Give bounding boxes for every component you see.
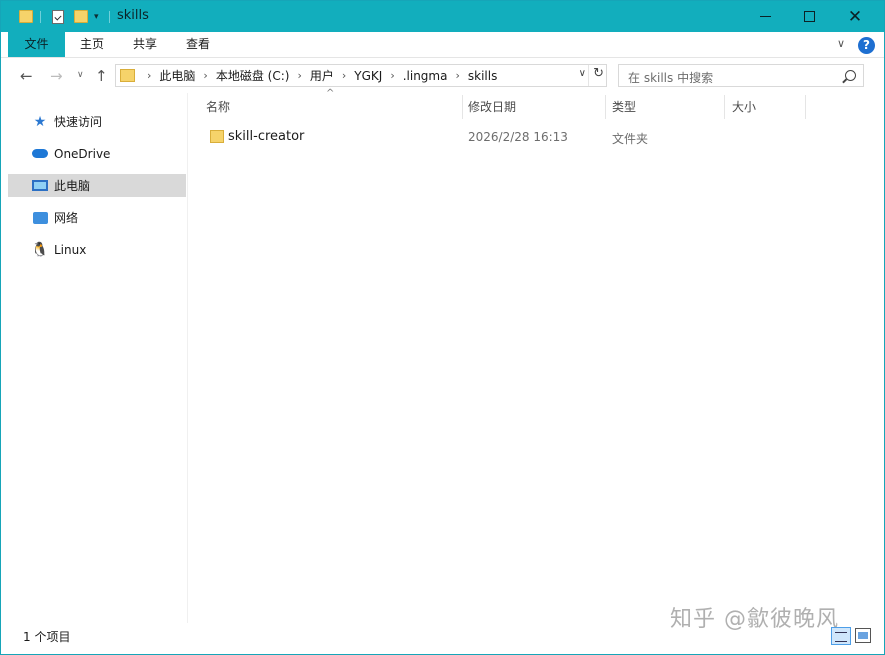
column-header-size[interactable]: 大小: [732, 93, 802, 121]
help-icon[interactable]: ?: [858, 37, 875, 54]
nav-item-label: 此电脑: [54, 179, 91, 193]
up-icon[interactable]: ↑: [95, 67, 108, 85]
expand-ribbon-icon[interactable]: ∨: [837, 37, 845, 50]
file-explorer-window: ▾ skills ✕ 文件 主页 共享 查看 ∨ ? ← → ∨ ↑ › 此电脑…: [0, 0, 885, 655]
navigation-pane: ★ 快速访问 OneDrive 此电脑 网络 🐧 Linux: [1, 93, 188, 623]
folder-icon: [120, 69, 135, 82]
breadcrumb-ygkj[interactable]: YGKJ: [354, 69, 382, 83]
linux-penguin-icon: 🐧: [31, 241, 49, 258]
column-divider[interactable]: [805, 95, 806, 119]
separator: [109, 8, 110, 25]
chevron-right-icon[interactable]: ›: [195, 69, 215, 82]
network-icon: [32, 210, 48, 226]
recent-locations-icon[interactable]: ∨: [77, 70, 84, 80]
nav-item-this-pc[interactable]: 此电脑: [8, 174, 186, 197]
forward-icon[interactable]: →: [50, 67, 63, 85]
close-icon[interactable]: ✕: [832, 1, 878, 32]
breadcrumb-lingma[interactable]: .lingma: [403, 69, 448, 83]
nav-item-quick-access[interactable]: ★ 快速访问: [8, 110, 186, 133]
tab-share[interactable]: 共享: [120, 32, 170, 57]
title-bar: ▾ skills ✕: [1, 1, 884, 32]
column-header-type[interactable]: 类型: [612, 93, 722, 121]
search-icon[interactable]: [845, 70, 856, 81]
maximize-icon[interactable]: [786, 1, 832, 32]
column-header-name[interactable]: 名称: [206, 93, 461, 121]
customize-dropdown-icon[interactable]: ▾: [94, 8, 99, 25]
column-divider[interactable]: [724, 95, 725, 119]
tab-home[interactable]: 主页: [67, 32, 117, 57]
breadcrumb-local-disk[interactable]: 本地磁盘 (C:): [216, 67, 290, 84]
column-divider[interactable]: [462, 95, 463, 119]
nav-item-linux[interactable]: 🐧 Linux: [8, 238, 186, 261]
watermark: 知乎 @歙彼晚风: [670, 607, 839, 632]
column-header-modified[interactable]: 修改日期: [468, 93, 604, 121]
status-item-count: 1 个项目: [23, 630, 71, 644]
divider: [588, 65, 589, 86]
this-pc-icon: [32, 178, 48, 194]
search-input[interactable]: 在 skills 中搜索: [618, 64, 864, 87]
file-name[interactable]: skill-creator: [228, 129, 304, 144]
nav-item-label: Linux: [54, 242, 87, 257]
search-placeholder: 在 skills 中搜索: [628, 71, 714, 85]
nav-item-onedrive[interactable]: OneDrive: [8, 142, 186, 165]
breadcrumb-this-pc[interactable]: 此电脑: [159, 67, 195, 84]
back-icon[interactable]: ←: [20, 67, 33, 85]
chevron-right-icon[interactable]: ›: [447, 69, 467, 82]
chevron-right-icon[interactable]: ›: [139, 69, 159, 82]
chevron-right-icon[interactable]: ›: [382, 69, 402, 82]
large-icons-view-icon[interactable]: [855, 628, 871, 643]
file-row[interactable]: skill-creator 2026/2/28 16:13 文件夹: [201, 126, 861, 148]
onedrive-cloud-icon: [32, 146, 48, 162]
minimize-icon[interactable]: [742, 1, 788, 32]
separator: [40, 8, 41, 25]
column-divider[interactable]: [605, 95, 606, 119]
nav-item-label: 快速访问: [54, 115, 103, 129]
nav-item-label: 网络: [54, 211, 79, 225]
breadcrumb-users[interactable]: 用户: [310, 67, 334, 84]
nav-item-network[interactable]: 网络: [8, 206, 186, 229]
nav-item-label: OneDrive: [54, 146, 111, 161]
file-modified: 2026/2/28 16:13: [468, 130, 568, 144]
window-title: skills: [117, 8, 149, 23]
folder-icon: [19, 8, 33, 25]
tab-view[interactable]: 查看: [173, 32, 223, 57]
breadcrumb-skills[interactable]: skills: [468, 69, 497, 83]
address-dropdown-icon[interactable]: ∨: [579, 68, 586, 79]
file-type: 文件夹: [612, 132, 649, 146]
address-toolbar: ← → ∨ ↑ › 此电脑 › 本地磁盘 (C:) › 用户 › YGKJ › …: [1, 59, 884, 93]
ribbon: 文件 主页 共享 查看 ∨ ?: [1, 32, 884, 58]
tab-file[interactable]: 文件: [8, 32, 65, 57]
chevron-right-icon[interactable]: ›: [334, 69, 354, 82]
new-folder-icon[interactable]: [74, 8, 88, 25]
details-view-icon[interactable]: [831, 627, 851, 645]
refresh-icon[interactable]: ↻: [593, 66, 604, 81]
address-bar[interactable]: › 此电脑 › 本地磁盘 (C:) › 用户 › YGKJ › .lingma …: [115, 64, 607, 87]
quick-access-star-icon: ★: [33, 113, 47, 130]
folder-icon: [210, 130, 224, 143]
properties-icon[interactable]: [52, 8, 64, 25]
chevron-right-icon[interactable]: ›: [289, 69, 309, 82]
